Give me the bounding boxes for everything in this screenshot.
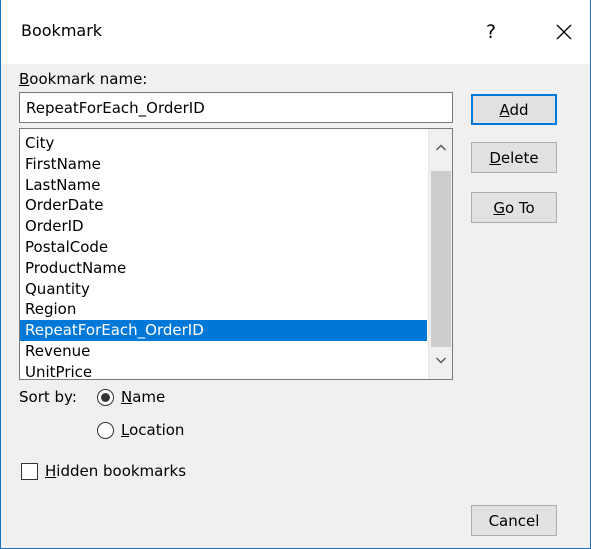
list-scrollbar[interactable] (428, 129, 452, 379)
hidden-bookmarks-checkbox[interactable]: Hidden bookmarks (21, 462, 186, 480)
dialog-title: Bookmark (21, 21, 103, 40)
add-button-label: Add (499, 100, 529, 119)
bookmark-list-item[interactable]: UnitPrice (20, 362, 427, 379)
bookmark-list-item[interactable]: LastName (20, 175, 427, 196)
scroll-up-button[interactable] (429, 137, 452, 157)
sort-name-radio[interactable]: Name (97, 388, 165, 406)
bookmark-list-item[interactable]: Revenue (20, 341, 427, 362)
bookmark-list-item[interactable]: RepeatForEach_OrderID (20, 320, 427, 341)
sort-location-label: Location (121, 421, 185, 439)
delete-button[interactable]: Delete (471, 142, 557, 173)
delete-button-label: Delete (489, 148, 539, 167)
bookmark-list-item[interactable]: OrderDate (20, 195, 427, 216)
hidden-bookmarks-label: Hidden bookmarks (45, 462, 187, 480)
bookmark-list-item[interactable]: PostalCode (20, 237, 427, 258)
bookmark-list-item[interactable]: FirstName (20, 154, 427, 175)
sort-location-radio[interactable]: Location (97, 421, 184, 439)
bookmark-name-input[interactable] (19, 92, 453, 123)
bookmark-list-item[interactable]: ProductName (20, 258, 427, 279)
bookmark-list-items: City FirstName LastName OrderDate OrderID Pos… (20, 133, 427, 379)
scroll-thumb[interactable] (431, 171, 451, 347)
hidden-bookmarks-box[interactable] (21, 462, 38, 480)
chevron-up-icon (436, 144, 446, 151)
close-icon (556, 24, 572, 40)
cancel-button[interactable]: Cancel (471, 505, 557, 536)
bookmark-name-label-text: ookmark name: (29, 70, 148, 88)
bookmark-list-item[interactable]: Region (20, 299, 427, 320)
help-button[interactable]: ? (471, 12, 511, 52)
close-button[interactable] (541, 12, 587, 52)
sort-location-radio-circle[interactable] (97, 421, 114, 439)
go-to-button[interactable]: Go To (471, 192, 557, 223)
bookmark-name-label: Bookmark name: (19, 70, 148, 88)
chevron-down-icon (436, 357, 446, 364)
bookmark-list-item[interactable]: OrderID (20, 216, 427, 237)
scroll-down-button[interactable] (429, 351, 452, 371)
bookmark-dialog: Bookmark ? Bookmark name: CityFirstNameL… (0, 0, 591, 549)
go-to-button-label: Go To (493, 198, 535, 217)
sort-by-label: Sort by: (19, 388, 77, 406)
bookmark-list[interactable]: City FirstName LastName OrderDate OrderID Pos… (19, 128, 453, 380)
bookmark-list-item[interactable]: City (20, 133, 427, 154)
bookmark-list-item[interactable]: Quantity (20, 279, 427, 300)
sort-name-label: Name (121, 388, 166, 406)
add-button[interactable]: Add (471, 94, 557, 125)
radio-selected-dot (101, 392, 110, 402)
sort-name-radio-circle[interactable] (97, 388, 114, 406)
title-bar: Bookmark ? (1, 0, 590, 64)
